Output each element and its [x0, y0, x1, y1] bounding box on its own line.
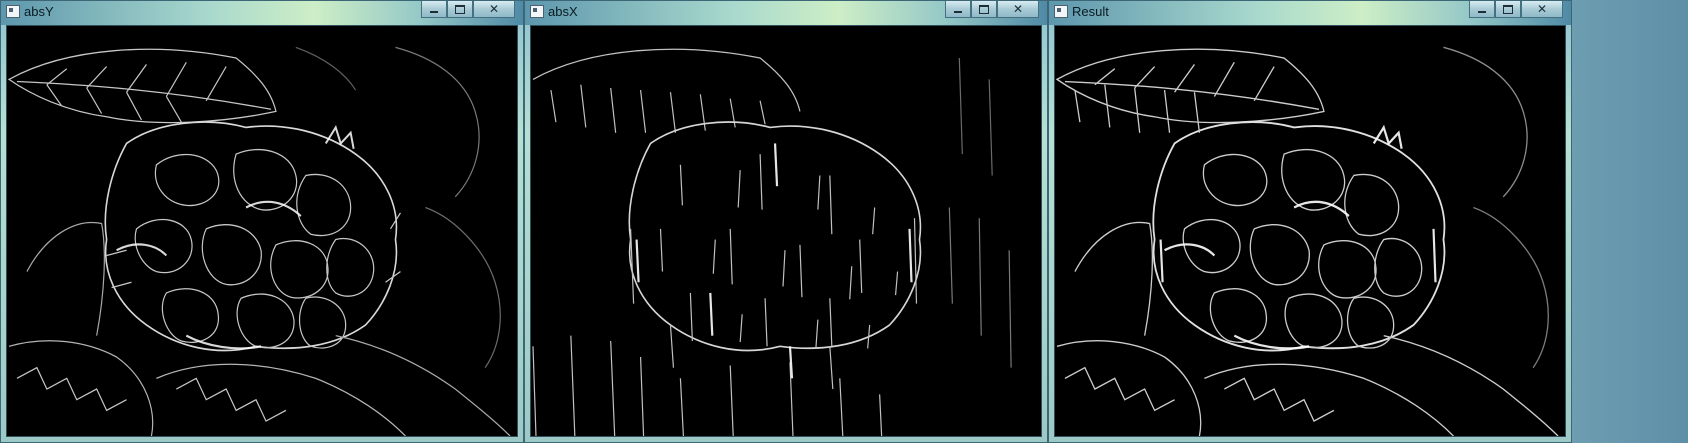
window-title: absY — [24, 4, 54, 19]
window-controls: ✕ — [1469, 1, 1563, 19]
edge-image-absy — [7, 26, 517, 436]
edge-image-result — [1055, 26, 1565, 436]
minimize-icon — [954, 10, 962, 13]
minimize-icon — [1478, 10, 1486, 13]
window-result[interactable]: Result ✕ — [1048, 0, 1572, 443]
titlebar[interactable]: absY ✕ — [1, 1, 523, 25]
maximize-button[interactable] — [1495, 1, 1521, 18]
close-button[interactable]: ✕ — [473, 1, 515, 18]
close-icon: ✕ — [488, 2, 500, 16]
close-button[interactable]: ✕ — [1521, 1, 1563, 18]
window-title: absX — [548, 4, 578, 19]
close-button[interactable]: ✕ — [997, 1, 1039, 18]
close-icon: ✕ — [1536, 2, 1548, 16]
minimize-button[interactable] — [421, 1, 447, 18]
window-app-icon[interactable] — [1054, 5, 1068, 18]
titlebar[interactable]: absX ✕ — [525, 1, 1047, 25]
window-title: Result — [1072, 4, 1109, 19]
close-icon: ✕ — [1012, 2, 1024, 16]
window-absy[interactable]: absY ✕ — [0, 0, 524, 443]
maximize-icon — [455, 4, 465, 14]
image-canvas-absy — [6, 25, 518, 437]
minimize-button[interactable] — [1469, 1, 1495, 18]
window-controls: ✕ — [945, 1, 1039, 19]
minimize-button[interactable] — [945, 1, 971, 18]
image-canvas-result — [1054, 25, 1566, 437]
window-controls: ✕ — [421, 1, 515, 19]
minimize-icon — [430, 10, 438, 13]
maximize-icon — [1503, 4, 1513, 14]
edge-image-absx — [531, 26, 1041, 436]
window-app-icon[interactable] — [530, 5, 544, 18]
maximize-button[interactable] — [447, 1, 473, 18]
maximize-button[interactable] — [971, 1, 997, 18]
maximize-icon — [979, 4, 989, 14]
titlebar[interactable]: Result ✕ — [1049, 1, 1571, 25]
window-absx[interactable]: absX ✕ — [524, 0, 1048, 443]
image-canvas-absx — [530, 25, 1042, 437]
window-app-icon[interactable] — [6, 5, 20, 18]
